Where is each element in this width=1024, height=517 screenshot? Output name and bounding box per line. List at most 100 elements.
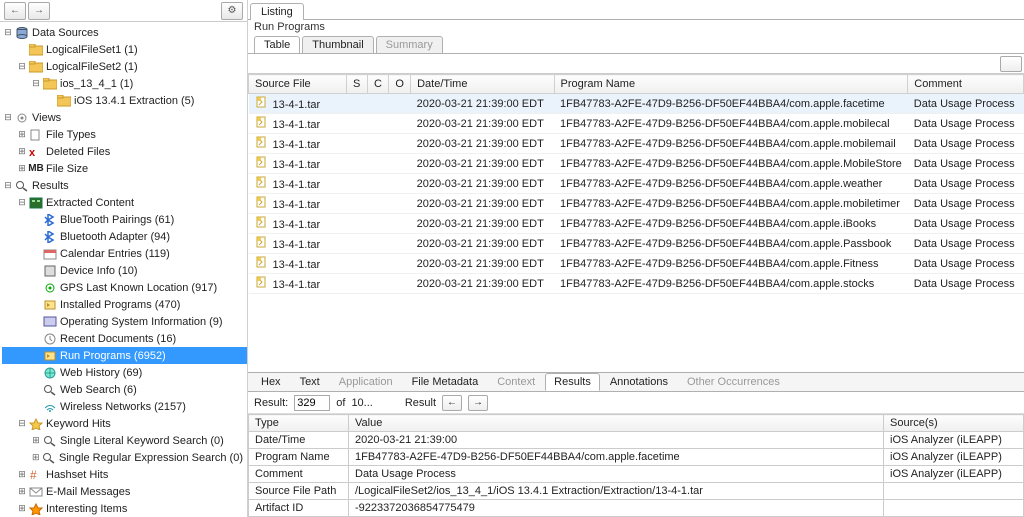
tree-results[interactable]: ⊟Results xyxy=(2,177,247,194)
tree-toggle[interactable]: ⊟ xyxy=(2,112,14,123)
col-header[interactable]: Date/Time xyxy=(411,75,554,94)
tree-item[interactable]: ⊟ios_13_4_1 (1) xyxy=(2,75,247,92)
tab-thumbnail[interactable]: Thumbnail xyxy=(302,36,373,53)
tree-toggle[interactable]: ⊞ xyxy=(30,452,42,463)
table-row[interactable]: 13-4-1.tar2020-03-21 21:39:00 EDT1FB4778… xyxy=(249,174,1024,194)
tree-toggle[interactable]: ⊞ xyxy=(16,163,28,174)
tree-toggle[interactable]: ⊟ xyxy=(16,61,28,72)
tree-item[interactable]: ⊞#Hashset Hits xyxy=(2,466,247,483)
table-row[interactable]: 13-4-1.tar2020-03-21 21:39:00 EDT1FB4778… xyxy=(249,194,1024,214)
detail-tab-file-metadata[interactable]: File Metadata xyxy=(403,373,488,391)
tree-item[interactable]: ⊞File Types xyxy=(2,126,247,143)
tree-toggle[interactable]: ⊟ xyxy=(30,78,42,89)
tree-calendar-entries[interactable]: Calendar Entries (119) xyxy=(2,245,247,262)
tree-item[interactable]: iOS 13.4.1 Extraction (5) xyxy=(2,92,247,109)
tree-bluetooth-adapter[interactable]: Bluetooth Adapter (94) xyxy=(2,228,247,245)
tree-item-count: (16) xyxy=(157,333,177,345)
tree-item-count: (2157) xyxy=(154,401,186,413)
table-settings-button[interactable] xyxy=(1000,56,1022,72)
tree-item[interactable]: ⊞E-Mail Messages xyxy=(2,483,247,500)
table-row[interactable]: 13-4-1.tar2020-03-21 21:39:00 EDT1FB4778… xyxy=(249,154,1024,174)
details-row: CommentData Usage ProcessiOS Analyzer (i… xyxy=(249,466,1024,483)
col-header[interactable]: Source File xyxy=(249,75,347,94)
col-header[interactable]: O xyxy=(389,75,411,94)
tree-gps-last-known-location[interactable]: GPS Last Known Location (917) xyxy=(2,279,247,296)
tree-toggle[interactable]: ⊞ xyxy=(16,129,28,140)
tarfile-icon xyxy=(255,156,269,168)
details-cell: 1FB47783-A2FE-47D9-B256-DF50EF44BBA4/com… xyxy=(349,449,884,466)
detail-tab-results[interactable]: Results xyxy=(545,373,600,391)
table-row[interactable]: 13-4-1.tar2020-03-21 21:39:00 EDT1FB4778… xyxy=(249,214,1024,234)
col-header[interactable]: Comment xyxy=(908,75,1024,94)
table-cell: Data Usage Process xyxy=(908,174,1024,194)
col-header[interactable]: Program Name xyxy=(554,75,908,94)
tree-installed-programs[interactable]: Installed Programs (470) xyxy=(2,296,247,313)
tree-device-info[interactable]: Device Info (10) xyxy=(2,262,247,279)
tree-toggle[interactable]: ⊞ xyxy=(16,503,28,514)
tree-view[interactable]: ⊟Data SourcesLogicalFileSet1 (1)⊟Logical… xyxy=(0,22,247,517)
back-button[interactable]: ← xyxy=(4,2,26,20)
col-header[interactable]: C xyxy=(368,75,389,94)
tree-item[interactable]: ⊟Extracted Content xyxy=(2,194,247,211)
tree-toggle[interactable]: ⊟ xyxy=(16,197,28,208)
table-row[interactable]: 13-4-1.tar2020-03-21 21:39:00 EDT1FB4778… xyxy=(249,274,1024,294)
results-table-wrap[interactable]: Source FileSCODate/TimeProgram NameComme… xyxy=(248,74,1024,372)
prev-result-button[interactable]: ← xyxy=(442,395,462,411)
tree-web-search[interactable]: Web Search (6) xyxy=(2,381,247,398)
table-cell: 1FB47783-A2FE-47D9-B256-DF50EF44BBA4/com… xyxy=(554,214,908,234)
detail-tab-annotations[interactable]: Annotations xyxy=(601,373,677,391)
tree-item[interactable]: ⊞xDeleted Files xyxy=(2,143,247,160)
table-row[interactable]: 13-4-1.tar2020-03-21 21:39:00 EDT1FB4778… xyxy=(249,234,1024,254)
result-label: Result: xyxy=(254,397,288,409)
results-icon xyxy=(14,179,30,193)
tree-item[interactable]: LogicalFileSet1 (1) xyxy=(2,41,247,58)
table-cell xyxy=(347,134,368,154)
detail-tab-application: Application xyxy=(330,373,402,391)
tree-toggle[interactable]: ⊞ xyxy=(16,486,28,497)
tree-toggle[interactable]: ⊟ xyxy=(2,180,14,191)
tree-toggle[interactable]: ⊞ xyxy=(16,469,28,480)
tab-listing[interactable]: Listing xyxy=(250,3,304,20)
tree-run-programs[interactable]: Run Programs (6952) xyxy=(2,347,247,364)
tree-toggle[interactable]: ⊞ xyxy=(30,435,42,446)
tree-wireless-networks[interactable]: Wireless Networks (2157) xyxy=(2,398,247,415)
tree-item[interactable]: ⊞Interesting Items xyxy=(2,500,247,517)
table-row[interactable]: 13-4-1.tar2020-03-21 21:39:00 EDT1FB4778… xyxy=(249,134,1024,154)
tree-operating-system-information[interactable]: Operating System Information (9) xyxy=(2,313,247,330)
col-header[interactable]: S xyxy=(347,75,368,94)
tree-data-sources[interactable]: ⊟Data Sources xyxy=(2,24,247,41)
table-cell: Data Usage Process xyxy=(908,214,1024,234)
detail-tab-hex[interactable]: Hex xyxy=(252,373,290,391)
result-index-input[interactable] xyxy=(294,395,330,411)
tarfile-icon xyxy=(255,176,269,188)
table-row[interactable]: 13-4-1.tar2020-03-21 21:39:00 EDT1FB4778… xyxy=(249,114,1024,134)
next-result-button[interactable]: → xyxy=(468,395,488,411)
tree-recent-documents[interactable]: Recent Documents (16) xyxy=(2,330,247,347)
tree-toggle[interactable]: ⊞ xyxy=(16,146,28,157)
tree-item[interactable]: ⊞Single Literal Keyword Search (0) xyxy=(2,432,247,449)
detail-tab-text[interactable]: Text xyxy=(291,373,329,391)
tree-item[interactable]: ⊞MBFile Size xyxy=(2,160,247,177)
table-cell: 2020-03-21 21:39:00 EDT xyxy=(411,94,554,114)
table-row[interactable]: 13-4-1.tar2020-03-21 21:39:00 EDT1FB4778… xyxy=(249,254,1024,274)
tree-toggle[interactable]: ⊟ xyxy=(2,27,14,38)
deleted-x-icon: x xyxy=(28,145,44,159)
table-cell: 13-4-1.tar xyxy=(249,194,347,214)
tab-table[interactable]: Table xyxy=(254,36,300,53)
tree-views[interactable]: ⊟Views xyxy=(2,109,247,126)
settings-button[interactable]: ⚙ xyxy=(221,2,243,20)
tree-item[interactable]: ⊞Single Regular Expression Search (0) xyxy=(2,449,247,466)
forward-button[interactable]: → xyxy=(28,2,50,20)
tree-item[interactable]: ⊟LogicalFileSet2 (1) xyxy=(2,58,247,75)
table-row[interactable]: 13-4-1.tar2020-03-21 21:39:00 EDT1FB4778… xyxy=(249,94,1024,114)
table-cell: 13-4-1.tar xyxy=(249,234,347,254)
hashset-icon: # xyxy=(28,468,44,482)
tree-toggle[interactable]: ⊟ xyxy=(16,418,28,429)
table-cell xyxy=(347,114,368,134)
tree-item[interactable]: ⊟Keyword Hits xyxy=(2,415,247,432)
tree-web-history[interactable]: Web History (69) xyxy=(2,364,247,381)
tree-item-count: (9) xyxy=(209,316,222,328)
tree-item-count: (6952) xyxy=(134,350,166,362)
table-cell: Data Usage Process xyxy=(908,134,1024,154)
tree-bluetooth-pairings[interactable]: BlueTooth Pairings (61) xyxy=(2,211,247,228)
